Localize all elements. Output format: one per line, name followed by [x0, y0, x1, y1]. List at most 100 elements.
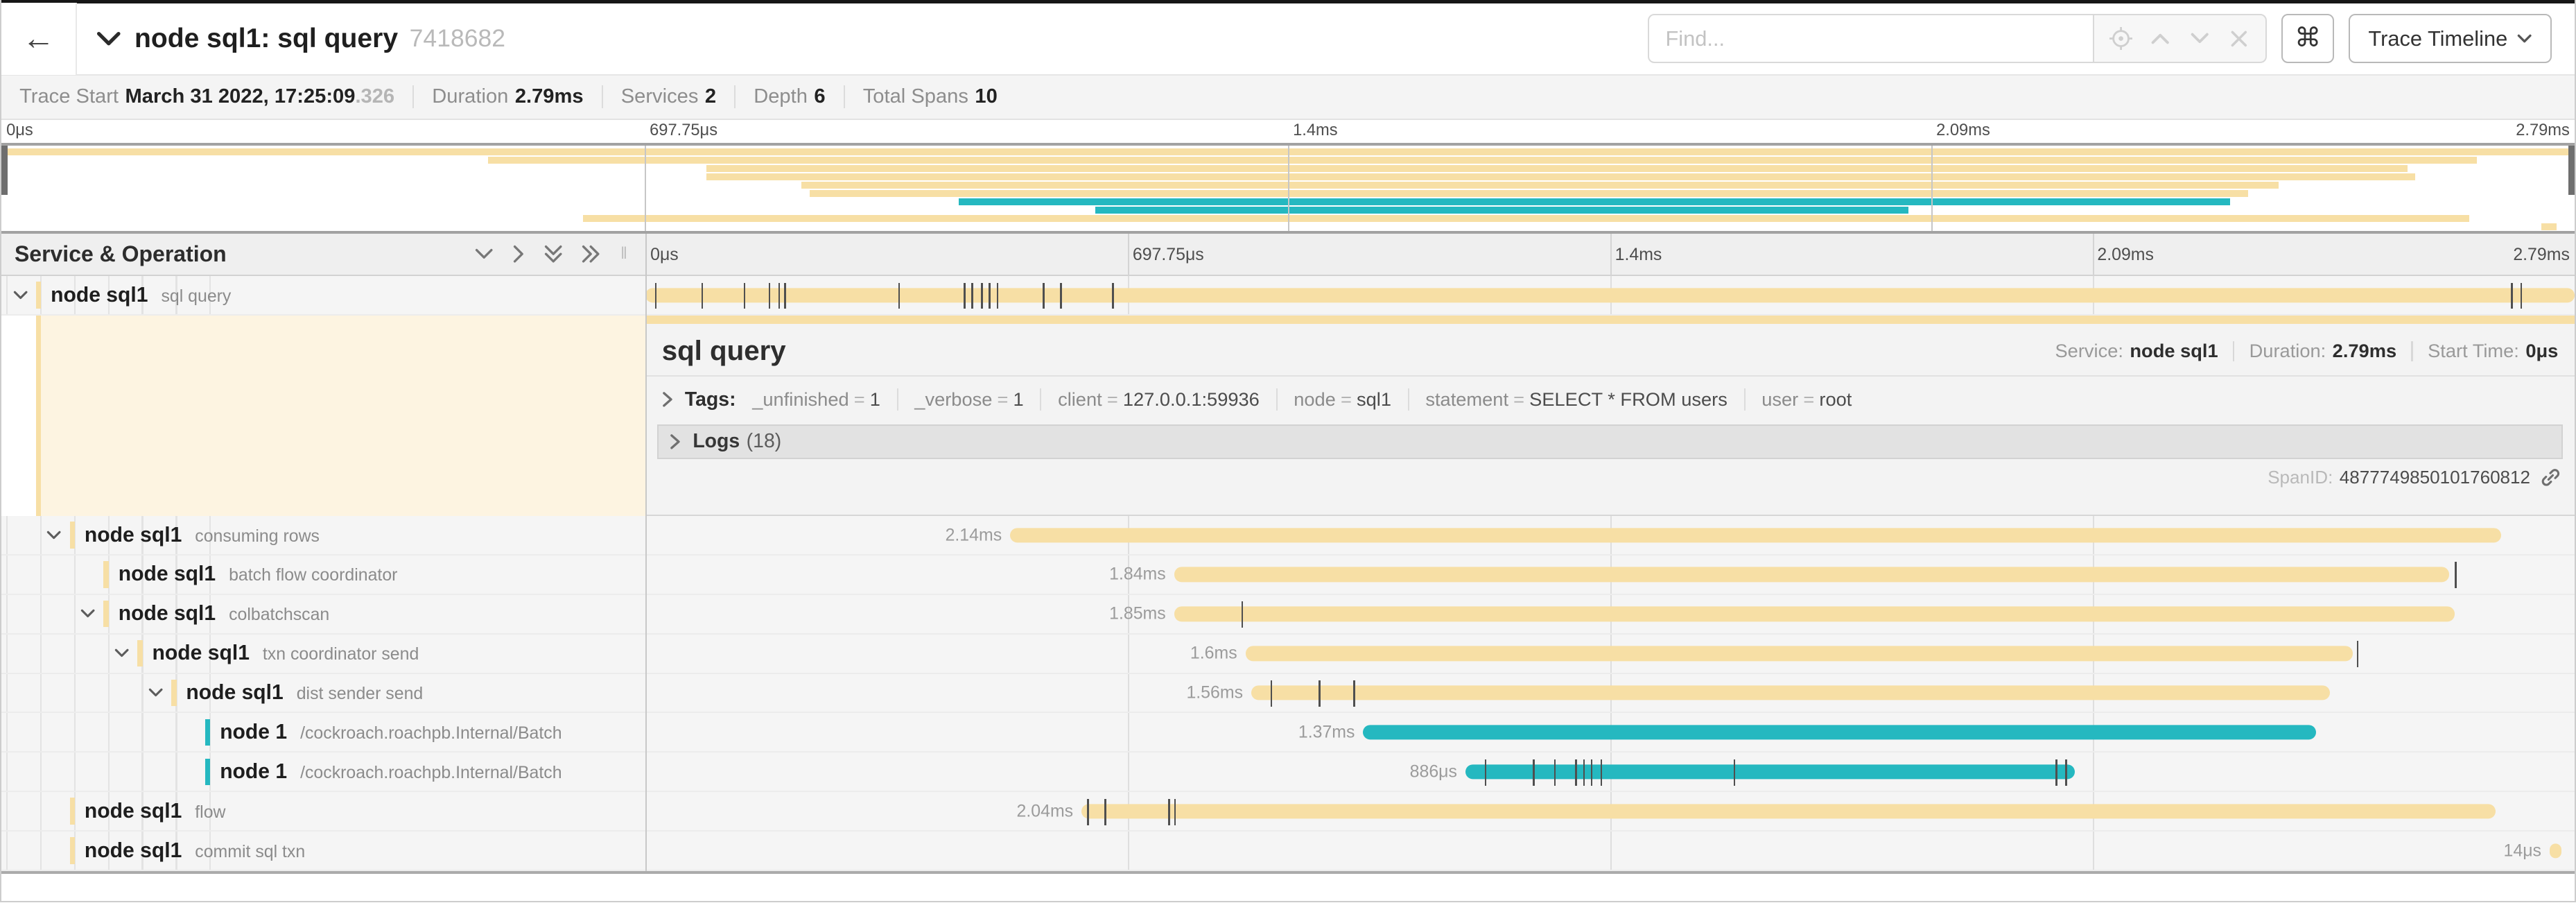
operation-name: consuming rows — [195, 526, 320, 546]
span-duration-label: 1.6ms — [1190, 644, 1237, 664]
chevron-right-icon — [670, 433, 681, 450]
span-tree-cell[interactable]: node 1/cockroach.roachpb.Internal/Batch — [1, 752, 645, 791]
minimap-gridline — [1931, 146, 1933, 230]
span-bar[interactable] — [1465, 764, 2075, 779]
summary-value: 2 — [705, 85, 716, 108]
span-tree-cell[interactable]: node sql1batch flow coordinator — [1, 556, 645, 594]
span-bar[interactable] — [645, 288, 2575, 302]
tag-value: 127.0.0.1:59936 — [1123, 388, 1260, 410]
column-resize-handle[interactable]: ‖ — [620, 245, 629, 264]
span-log-marker — [981, 283, 982, 309]
span-log-marker — [2455, 562, 2456, 588]
span-bar-cell[interactable]: 14μs — [645, 832, 2575, 870]
span-tree-cell[interactable]: node sql1dist sender send — [1, 674, 645, 712]
span-duration-label: 1.85ms — [1109, 604, 1166, 624]
tag-key: user — [1761, 388, 1798, 410]
span-log-marker — [1087, 799, 1088, 825]
span-log-marker — [655, 283, 656, 309]
tag-equals: = — [854, 388, 865, 410]
chevron-down-icon[interactable] — [114, 648, 129, 658]
tags-expander[interactable]: Tags: _unfinished=1_verbose=1client=127.… — [645, 377, 2575, 421]
span-tree-cell[interactable]: node sql1commit sql txn — [1, 832, 645, 870]
back-button[interactable]: ← — [1, 3, 77, 75]
view-selector-button[interactable]: Trace Timeline — [2349, 14, 2551, 63]
span-tree-cell[interactable]: node sql1flow — [1, 792, 645, 830]
minimap-left-handle[interactable] — [1, 146, 8, 195]
logs-expander[interactable]: Logs (18) — [657, 424, 2564, 459]
chevron-down-icon[interactable] — [80, 609, 95, 619]
logs-count: (18) — [747, 430, 782, 453]
span-log-marker — [989, 283, 990, 309]
chevron-down-icon[interactable] — [46, 530, 61, 540]
span-bar-cell[interactable]: 1.85ms — [645, 595, 2575, 633]
span-bar[interactable] — [1174, 567, 2450, 582]
trace-timeline-section: Service & Operation ‖ 0μs697.75μs1.4ms2.… — [1, 234, 2575, 874]
span-tree-cell[interactable]: node 1/cockroach.roachpb.Internal/Batch — [1, 713, 645, 751]
service-operation-title: Service & Operation — [15, 241, 227, 267]
minimap-span-bar — [706, 173, 2415, 180]
minimap-canvas[interactable] — [1, 143, 2575, 233]
ruler-tick-label: 1.4ms — [1293, 121, 1338, 140]
keyboard-shortcuts-button[interactable]: ⌘ — [2281, 14, 2334, 63]
operation-name: /cockroach.roachpb.Internal/Batch — [300, 723, 562, 743]
link-icon[interactable] — [2530, 467, 2561, 488]
find-input[interactable] — [1648, 14, 2095, 63]
trace-title-toggle[interactable]: node sql1: sql query 7418682 — [96, 24, 505, 54]
focus-match-icon[interactable] — [2101, 16, 2141, 62]
span-bar-cell[interactable]: 2.14ms — [645, 516, 2575, 554]
minimap-span-bar — [706, 165, 2408, 172]
ruler-tick-label: 2.09ms — [2097, 245, 2154, 265]
tag-item: statement=SELECT * FROM users — [1408, 388, 1744, 411]
span-row: node sql1batch flow coordinator1.84ms — [1, 556, 2575, 595]
span-bar-cell[interactable]: 2.04ms — [645, 792, 2575, 830]
tag-key: _verbose — [914, 388, 992, 410]
span-bar-cell[interactable] — [645, 276, 2575, 314]
minimap-right-handle[interactable] — [2568, 146, 2575, 195]
clear-find-icon[interactable] — [2220, 16, 2259, 62]
span-bar[interactable] — [1081, 804, 2496, 818]
span-log-marker — [898, 283, 900, 309]
span-bar[interactable] — [1246, 646, 2353, 661]
service-label: Service: — [2055, 340, 2123, 362]
tag-item: node=sql1 — [1276, 388, 1408, 411]
expand-one-icon[interactable] — [512, 244, 525, 264]
tag-equals: = — [1513, 388, 1524, 410]
chevron-down-icon[interactable] — [13, 290, 28, 300]
span-tree-cell[interactable]: node sql1sql query — [1, 276, 645, 314]
span-bar[interactable] — [1174, 607, 2455, 621]
span-log-marker — [778, 283, 780, 309]
detail-left-gutter — [1, 316, 645, 516]
span-bar-cell[interactable]: 1.37ms — [645, 713, 2575, 751]
span-tree-cell[interactable]: node sql1consuming rows — [1, 516, 645, 554]
double-chevron-right-icon[interactable] — [581, 244, 600, 264]
span-bar-cell[interactable]: 1.84ms — [645, 556, 2575, 594]
span-tree-cell[interactable]: node sql1txn coordinator send — [1, 635, 645, 673]
span-bar[interactable] — [1363, 725, 2316, 739]
tag-equals: = — [1107, 388, 1118, 410]
prev-match-icon[interactable] — [2141, 16, 2180, 62]
service-color-bar — [103, 601, 109, 627]
service-name: node sql1dist sender send — [186, 681, 423, 705]
span-log-marker — [964, 283, 965, 309]
minimap-span-bar — [2541, 223, 2557, 230]
span-bar[interactable] — [1251, 685, 2330, 700]
span-bar[interactable] — [2550, 843, 2561, 858]
tag-item: client=127.0.0.1:59936 — [1040, 388, 1276, 411]
chevron-down-icon[interactable] — [148, 688, 163, 698]
minimap-span-bar — [1095, 207, 1908, 214]
span-bar[interactable] — [1010, 528, 2501, 542]
span-row: node sql1txn coordinator send 1.6ms — [1, 635, 2575, 674]
span-tree-cell[interactable]: node sql1colbatchscan — [1, 595, 645, 633]
span-bar-cell[interactable]: 1.56ms — [645, 674, 2575, 712]
span-log-marker — [1353, 680, 1355, 707]
minimap-span-bar — [959, 198, 2230, 205]
span-log-marker — [1104, 799, 1106, 825]
span-bar-cell[interactable]: 886μs — [645, 752, 2575, 791]
page-title: node sql1: sql query — [134, 24, 398, 54]
double-chevron-down-icon[interactable] — [543, 244, 563, 264]
next-match-icon[interactable] — [2180, 16, 2220, 62]
duration-value: 2.79ms — [2333, 340, 2396, 362]
collapse-all-icon[interactable] — [474, 248, 494, 261]
span-bar-cell[interactable]: 1.6ms — [645, 635, 2575, 673]
ruler-tick-label: 0μs — [650, 245, 679, 265]
